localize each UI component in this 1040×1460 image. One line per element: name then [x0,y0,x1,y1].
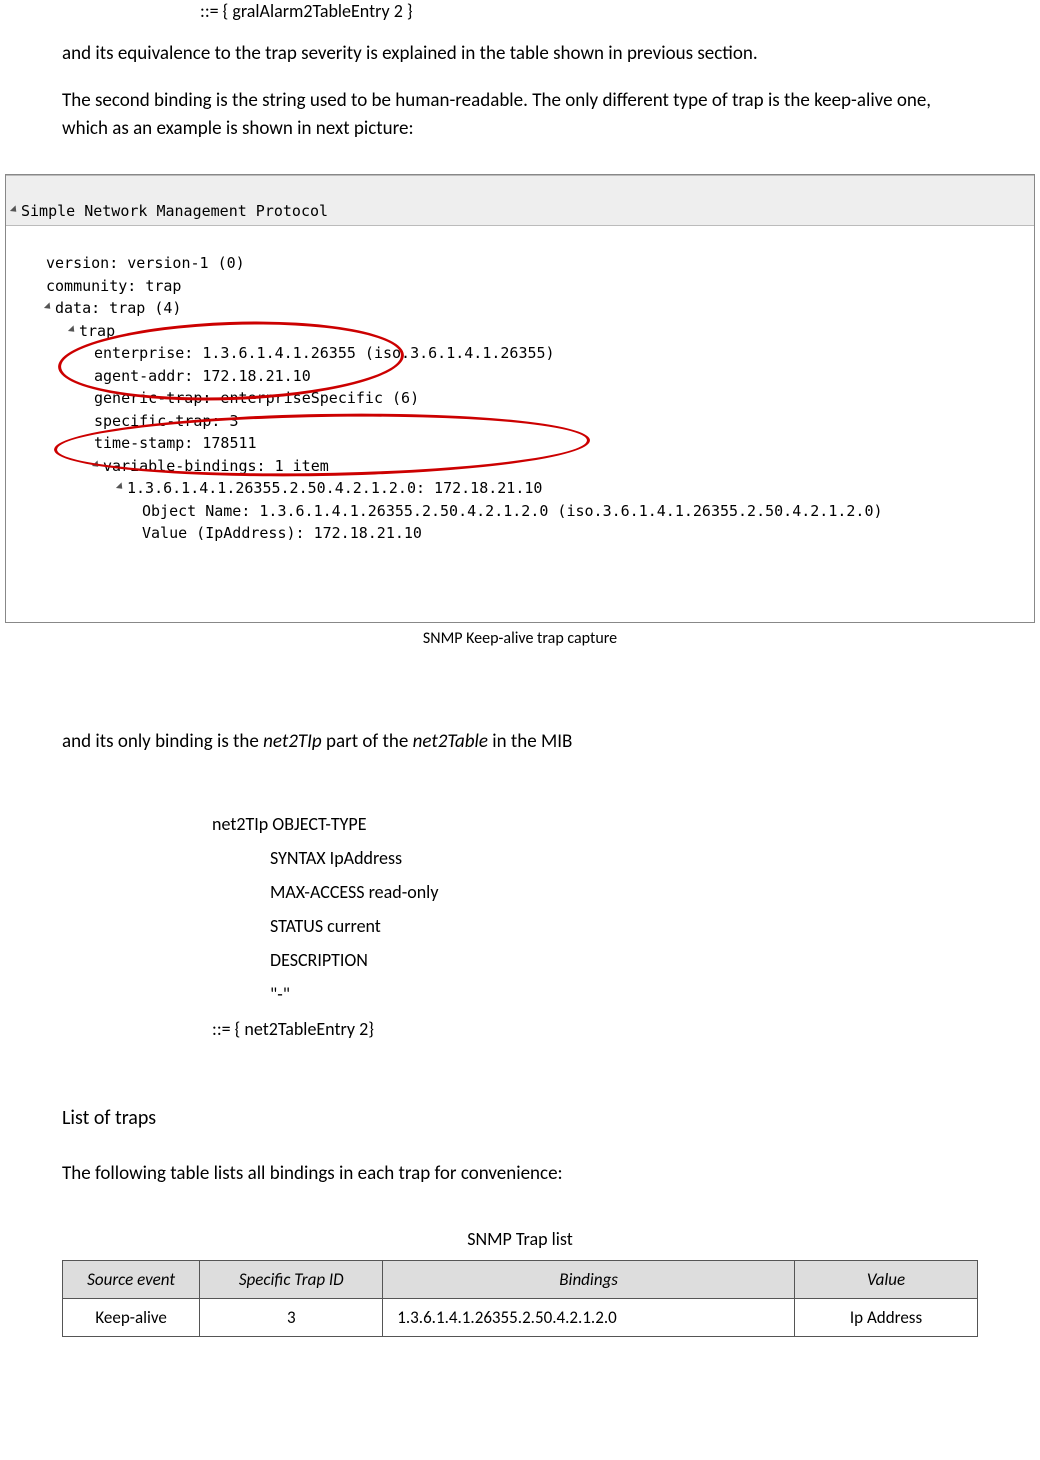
cell-trap-id: 3 [200,1299,383,1337]
mib-line: ::= { net2TableEntry 2} [212,1012,978,1046]
table-caption: SNMP Trap list [62,1228,978,1250]
expand-icon [68,325,77,334]
mib-line: MAX-ACCESS read-only [270,875,978,909]
th-trap-id: Specific Trap ID [200,1261,383,1299]
trap-table: Source event Specific Trap ID Bindings V… [62,1260,978,1337]
expand-icon [44,302,53,311]
capture-line: generic-trap: enterpriseSpecific (6) [12,389,419,407]
paragraph-1: and its equivalence to the trap severity… [62,40,978,69]
paragraph-4: The following table lists all bindings i… [62,1160,978,1189]
capture-line: specific-trap: 3 [12,412,239,430]
top-code-fragment: ::= { gralAlarm2TableEntry 2 } [200,0,1040,22]
cell-value: Ip Address [795,1299,978,1337]
capture-line: community: trap [12,277,181,295]
mib-definition: net2TIp OBJECT-TYPE SYNTAX IpAddress MAX… [212,807,978,1046]
mib-line: "-" [270,977,978,1011]
expand-icon [92,460,101,469]
capture-line: agent-addr: 172.18.21.10 [12,367,311,385]
packet-capture-box: Simple Network Management Protocol versi… [5,174,1035,624]
capture-line: trap [12,322,115,340]
th-value: Value [795,1261,978,1299]
paragraph-2: The second binding is the string used to… [62,87,978,144]
mib-line: DESCRIPTION [270,943,978,977]
th-bindings: Bindings [383,1261,795,1299]
capture-line: version: version-1 (0) [12,254,245,272]
paragraph-3: and its only binding is the net2TIp part… [62,728,978,757]
mib-line: STATUS current [270,909,978,943]
capture-line: variable-bindings: 1 item [12,457,329,475]
table-row: Keep-alive 3 1.3.6.1.4.1.26355.2.50.4.2.… [63,1299,978,1337]
capture-line: enterprise: 1.3.6.1.4.1.26355 (iso.3.6.1… [12,344,555,362]
capture-line: time-stamp: 178511 [12,434,257,452]
expand-icon [116,482,125,491]
cell-bindings: 1.3.6.1.4.1.26355.2.50.4.2.1.2.0 [383,1299,795,1337]
th-source-event: Source event [63,1261,200,1299]
expand-icon [10,205,19,214]
mib-line: SYNTAX IpAddress [270,841,978,875]
section-heading: List of traps [62,1106,978,1130]
capture-line: data: trap (4) [12,299,181,317]
capture-line: 1.3.6.1.4.1.26355.2.50.4.2.1.2.0: 172.18… [12,479,542,497]
mib-line: net2TIp OBJECT-TYPE [212,807,978,841]
capture-caption: SNMP Keep-alive trap capture [0,629,1040,648]
cell-source-event: Keep-alive [63,1299,200,1337]
capture-line: Value (IpAddress): 172.18.21.10 [12,524,422,542]
capture-line: Object Name: 1.3.6.1.4.1.26355.2.50.4.2.… [12,502,883,520]
capture-title: Simple Network Management Protocol [21,202,328,220]
